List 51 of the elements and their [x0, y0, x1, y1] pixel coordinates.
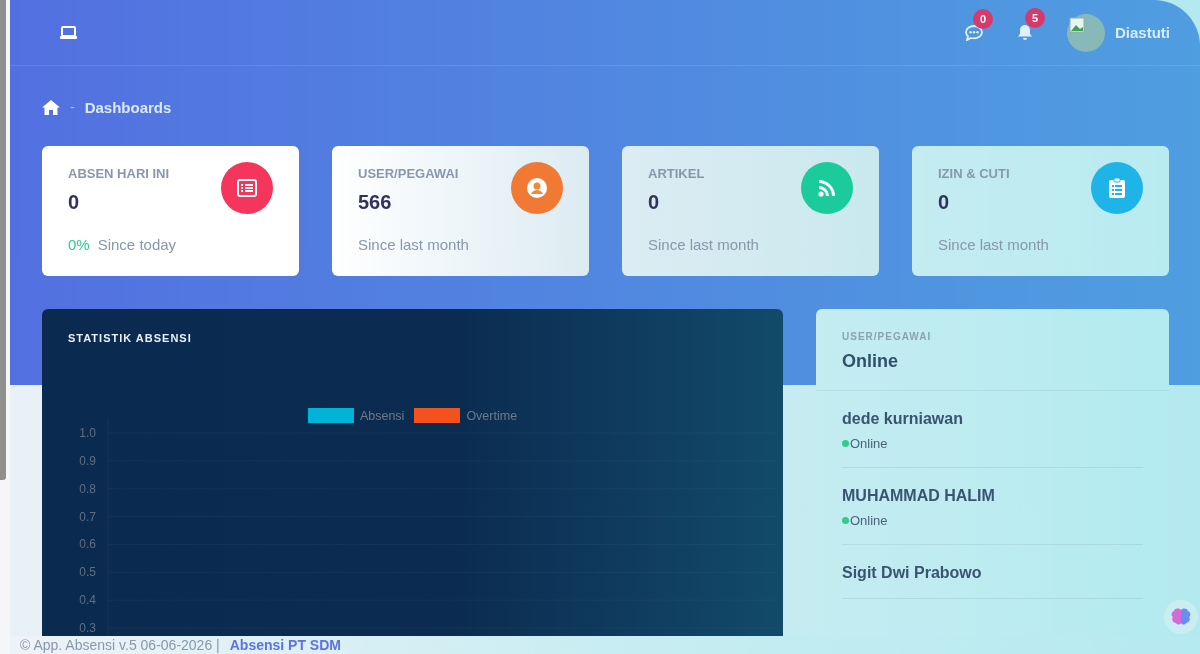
avatar[interactable]: [1067, 13, 1105, 52]
y-tick-label: 1.0: [79, 426, 96, 440]
stat-value: 0: [648, 191, 660, 214]
assistant-button[interactable]: [1164, 600, 1198, 634]
breadcrumb-separator: -: [70, 99, 75, 115]
legend-label: Overtime: [466, 408, 518, 423]
user-name[interactable]: Diastuti: [1115, 24, 1170, 41]
user-name: dede kurniawan: [842, 410, 963, 428]
user-name: MUHAMMAD HALIM: [842, 487, 995, 505]
stat-caption: Since last month: [938, 236, 1049, 253]
legend-label: Absensi: [359, 408, 405, 423]
panel-title: Online: [842, 351, 898, 372]
change-percent: 0%: [68, 236, 90, 253]
message-count-badge: 0: [973, 8, 993, 29]
broken-image-icon: [1069, 16, 1085, 33]
stat-title: ABSEN HARI INI: [68, 166, 170, 181]
list-icon: [237, 179, 257, 197]
y-tick-label: 0.4: [79, 593, 96, 608]
user-status: Online: [850, 513, 888, 528]
y-tick-label: 0.8: [79, 481, 96, 496]
rss-icon: [817, 178, 837, 198]
bell-icon[interactable]: [1017, 24, 1033, 41]
brain-icon: [1171, 608, 1191, 626]
stat-caption: Since last month: [358, 236, 469, 253]
stat-title: ARTIKEL: [648, 166, 705, 181]
stat-value: 566: [358, 191, 392, 214]
clipboard-icon: [1109, 178, 1125, 198]
y-tick-label: 0.9: [79, 453, 96, 468]
laptop-icon[interactable]: [60, 25, 77, 40]
user-name: Sigit Dwi Prabowo: [842, 564, 982, 582]
home-icon[interactable]: [42, 99, 60, 115]
chart-title: STATISTIK ABSENSI: [68, 332, 192, 344]
breadcrumb-current[interactable]: Dashboards: [84, 98, 172, 116]
y-tick-label: 0.5: [79, 565, 96, 580]
chat-icon[interactable]: [965, 24, 983, 41]
stat-value: 0: [938, 191, 950, 214]
stat-value: 0: [68, 191, 80, 214]
stat-title: USER/PEGAWAI: [358, 166, 459, 181]
notification-count-badge: 5: [1025, 8, 1045, 28]
scrollbar[interactable]: [0, 0, 6, 480]
user-status: Online: [850, 436, 888, 451]
footer-text: © App. Absensi v.5 06-06-2026 |: [20, 637, 220, 653]
y-tick-label: 0.6: [79, 537, 96, 552]
panel-subtitle: USER/PEGAWAI: [842, 331, 932, 342]
y-tick-label: 0.3: [79, 621, 96, 635]
stat-caption: Since last month: [648, 236, 759, 253]
stat-caption: Since today: [97, 236, 177, 253]
user-icon: [527, 178, 547, 198]
stat-title: IZIN & CUTI: [938, 166, 1010, 181]
y-tick-label: 0.7: [79, 509, 96, 524]
footer-link[interactable]: Absensi PT SDM: [229, 637, 341, 653]
